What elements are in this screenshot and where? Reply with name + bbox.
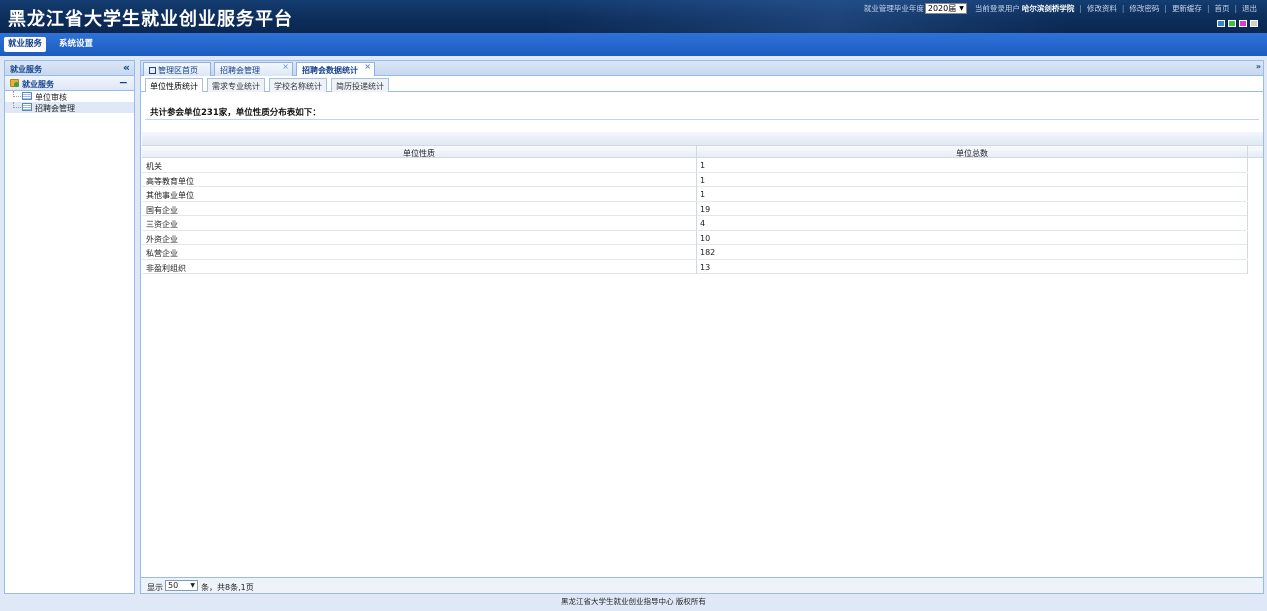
tab-scroll-icon[interactable]: » bbox=[1256, 62, 1261, 71]
table-header: 单位性质 单位总数 bbox=[142, 145, 1263, 159]
cell-count: 1 bbox=[700, 190, 706, 199]
theme-gray-swatch[interactable] bbox=[1250, 20, 1258, 27]
tab-job-fair-management[interactable]: 招聘会管理 × bbox=[214, 62, 293, 76]
theme-pink-swatch[interactable] bbox=[1239, 20, 1247, 27]
pager: 显示 50 ▼ 条，共8条,1页 bbox=[141, 577, 1263, 593]
sidebar-item-job-fair-management[interactable]: 招聘会管理 bbox=[5, 102, 134, 113]
tab-strip: 管理区首页 招聘会管理 × 招聘会数据统计 × » bbox=[141, 61, 1263, 77]
sidebar-group-employment[interactable]: 就业服务 − bbox=[5, 76, 134, 91]
divider bbox=[145, 119, 1259, 120]
nav-employment-service[interactable]: 就业服务 bbox=[4, 37, 47, 52]
sidebar-item-label: 招聘会管理 bbox=[35, 104, 75, 113]
top-nav: 就业服务 系统设置 bbox=[0, 33, 1267, 56]
logout-link[interactable]: 退出 bbox=[1242, 3, 1257, 14]
cell-nature: 外资企业 bbox=[146, 234, 178, 244]
change-password-link[interactable]: 修改密码 bbox=[1129, 3, 1159, 14]
pager-show-label: 显示 bbox=[147, 583, 163, 592]
collapse-group-icon[interactable]: − bbox=[119, 76, 128, 89]
sidebar-title: 就业服务 bbox=[10, 65, 42, 74]
table-icon bbox=[22, 92, 32, 100]
cell-nature: 机关 bbox=[146, 162, 162, 171]
cell-count: 182 bbox=[700, 248, 716, 257]
year-select[interactable]: 2020届 ▼ bbox=[924, 3, 967, 14]
subtab-major-demand[interactable]: 需求专业统计 bbox=[207, 78, 265, 92]
home-link[interactable]: 首页 bbox=[1214, 3, 1229, 14]
folder-icon bbox=[10, 79, 19, 87]
sidebar-item-company-review[interactable]: 单位审核 bbox=[5, 91, 134, 102]
home-icon bbox=[149, 67, 156, 74]
sub-tab-bar: 单位性质统计 需求专业统计 学校名称统计 简历投递统计 bbox=[141, 76, 1263, 92]
pager-info: 条，共8条,1页 bbox=[201, 583, 254, 592]
statistics-table: 单位性质 单位总数 机关 1 高等教育单位 1 其他事业单位 1 国有企业 19 三资企业 4 外资… bbox=[142, 145, 1263, 274]
page-size-select[interactable]: 50 ▼ bbox=[165, 580, 198, 591]
close-icon[interactable]: × bbox=[282, 62, 289, 71]
footer-copyright: 黑龙江省大学生就业创业指导中心 版权所有 bbox=[561, 597, 706, 606]
user-name: 哈尔滨剑桥学院 bbox=[1021, 4, 1075, 13]
sidebar-group-title: 就业服务 bbox=[22, 80, 54, 89]
sidebar-header: 就业服务 « bbox=[5, 61, 134, 76]
cell-nature: 非盈利组织 bbox=[146, 263, 186, 273]
chevron-down-icon: ▼ bbox=[190, 582, 195, 589]
theme-switcher bbox=[1217, 20, 1258, 27]
cell-count: 13 bbox=[700, 262, 711, 272]
edit-profile-link[interactable]: 修改资料 bbox=[1087, 3, 1117, 14]
table-row[interactable]: 高等教育单位 1 bbox=[142, 172, 1248, 187]
nav-system-settings[interactable]: 系统设置 bbox=[55, 37, 97, 52]
table-row[interactable]: 私营企业 182 bbox=[142, 245, 1248, 260]
subtab-company-nature[interactable]: 单位性质统计 bbox=[145, 78, 203, 92]
app-header: 黑龙江省大学生就业创业服务平台 就业管理毕业年度 2020届 ▼ 当前登录用户 哈… bbox=[0, 0, 1267, 33]
app-title: 黑龙江省大学生就业创业服务平台 bbox=[8, 9, 293, 30]
table-row[interactable]: 国有企业 19 bbox=[142, 201, 1248, 216]
cell-count: 10 bbox=[700, 233, 711, 243]
cell-nature: 其他事业单位 bbox=[146, 191, 194, 200]
chevron-down-icon: ▼ bbox=[959, 5, 964, 12]
table-row[interactable]: 其他事业单位 1 bbox=[142, 187, 1248, 202]
cell-count: 1 bbox=[700, 175, 706, 185]
summary-text: 共计参会单位231家，单位性质分布表如下： bbox=[150, 108, 321, 118]
table-body: 机关 1 高等教育单位 1 其他事业单位 1 国有企业 19 三资企业 4 外资企业 10 私营企业 18… bbox=[142, 158, 1263, 274]
sidebar: 就业服务 « 就业服务 − 单位审核 招聘会管理 bbox=[4, 60, 135, 594]
table-row[interactable]: 外资企业 10 bbox=[142, 230, 1248, 245]
tab-job-fair-statistics[interactable]: 招聘会数据统计 × bbox=[296, 62, 375, 77]
subtab-resume-delivery[interactable]: 简历投递统计 bbox=[331, 78, 389, 92]
close-icon[interactable]: × bbox=[364, 62, 371, 71]
table-row[interactable]: 机关 1 bbox=[142, 158, 1248, 173]
year-value: 2020届 bbox=[927, 4, 957, 13]
tab-admin-home[interactable]: 管理区首页 bbox=[143, 62, 211, 76]
collapse-left-icon[interactable]: « bbox=[123, 61, 130, 74]
subtab-school-name[interactable]: 学校名称统计 bbox=[269, 78, 327, 92]
year-label: 就业管理毕业年度 bbox=[863, 4, 924, 13]
cell-nature: 高等教育单位 bbox=[146, 176, 194, 186]
table-icon bbox=[22, 103, 32, 111]
cell-nature: 私营企业 bbox=[146, 249, 178, 258]
grid-toolbar bbox=[142, 132, 1263, 145]
theme-blue-swatch[interactable] bbox=[1217, 20, 1225, 27]
cell-nature: 三资企业 bbox=[146, 220, 178, 229]
header-toolbar: 就业管理毕业年度 2020届 ▼ 当前登录用户 哈尔滨剑桥学院 | 修改资料 | … bbox=[863, 3, 1257, 14]
cell-count: 19 bbox=[700, 204, 711, 214]
cell-count: 4 bbox=[700, 219, 706, 228]
table-row[interactable]: 三资企业 4 bbox=[142, 216, 1248, 231]
main-panel: 管理区首页 招聘会管理 × 招聘会数据统计 × » 单位性质统计 需求专业统计 … bbox=[140, 60, 1264, 594]
table-row[interactable]: 非盈利组织 13 bbox=[142, 259, 1248, 274]
cell-nature: 国有企业 bbox=[146, 205, 178, 215]
theme-green-swatch[interactable] bbox=[1228, 20, 1236, 27]
cell-count: 1 bbox=[700, 161, 706, 170]
refresh-cache-link[interactable]: 更新缓存 bbox=[1172, 3, 1202, 14]
user-label: 当前登录用户 bbox=[974, 4, 1020, 13]
